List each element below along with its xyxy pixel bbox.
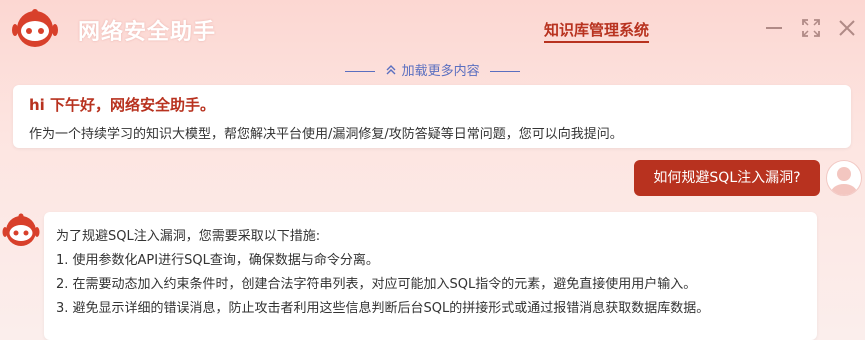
close-icon[interactable] [836,17,858,39]
answer-point-2: 2. 在需要动态加入约束条件时，创建合法字符串列表，对应可能加入SQL指令的元素… [56,277,697,292]
divider-line [489,71,520,72]
load-more-label: 加载更多内容 [401,64,480,79]
load-more-button[interactable]: 加载更多内容 [0,60,865,79]
answer-point-3: 3. 避免显示详细的错误消息，防止攻击者利用这些信息判断后台SQL的拼接形式或通… [56,301,710,316]
assistant-answer-card: 为了规避SQL注入漏洞，您需要采取以下措施: 1. 使用参数化API进行SQL查… [44,212,817,340]
title-bar: 网络安全助手 知识库管理系统 [0,0,865,58]
welcome-body: 作为一个持续学习的知识大模型，帮您解决平台使用/漏洞修复/攻防答疑等日常问题，您… [29,127,623,142]
divider-line [345,71,376,72]
user-avatar-icon [831,167,857,195]
knowledge-base-link[interactable]: 知识库管理系统 [544,19,650,43]
user-avatar [826,160,862,196]
assistant-avatar-icon [2,213,40,246]
double-chevron-up-icon [386,65,396,75]
user-message-bubble: 如何规避SQL注入漏洞? [634,160,820,196]
welcome-card: hi 下午好，网络安全助手。 作为一个持续学习的知识大模型，帮您解决平台使用/漏… [13,85,851,148]
app-title: 网络安全助手 [78,20,217,45]
answer-intro: 为了规避SQL注入漏洞，您需要采取以下措施: [56,229,321,244]
minimize-icon[interactable] [763,17,785,39]
restore-icon[interactable] [800,17,822,39]
answer-point-1: 1. 使用参数化API进行SQL查询，确保数据与命令分离。 [56,253,379,268]
robot-logo-icon [12,9,58,47]
welcome-title: hi 下午好，网络安全助手。 [29,96,216,114]
